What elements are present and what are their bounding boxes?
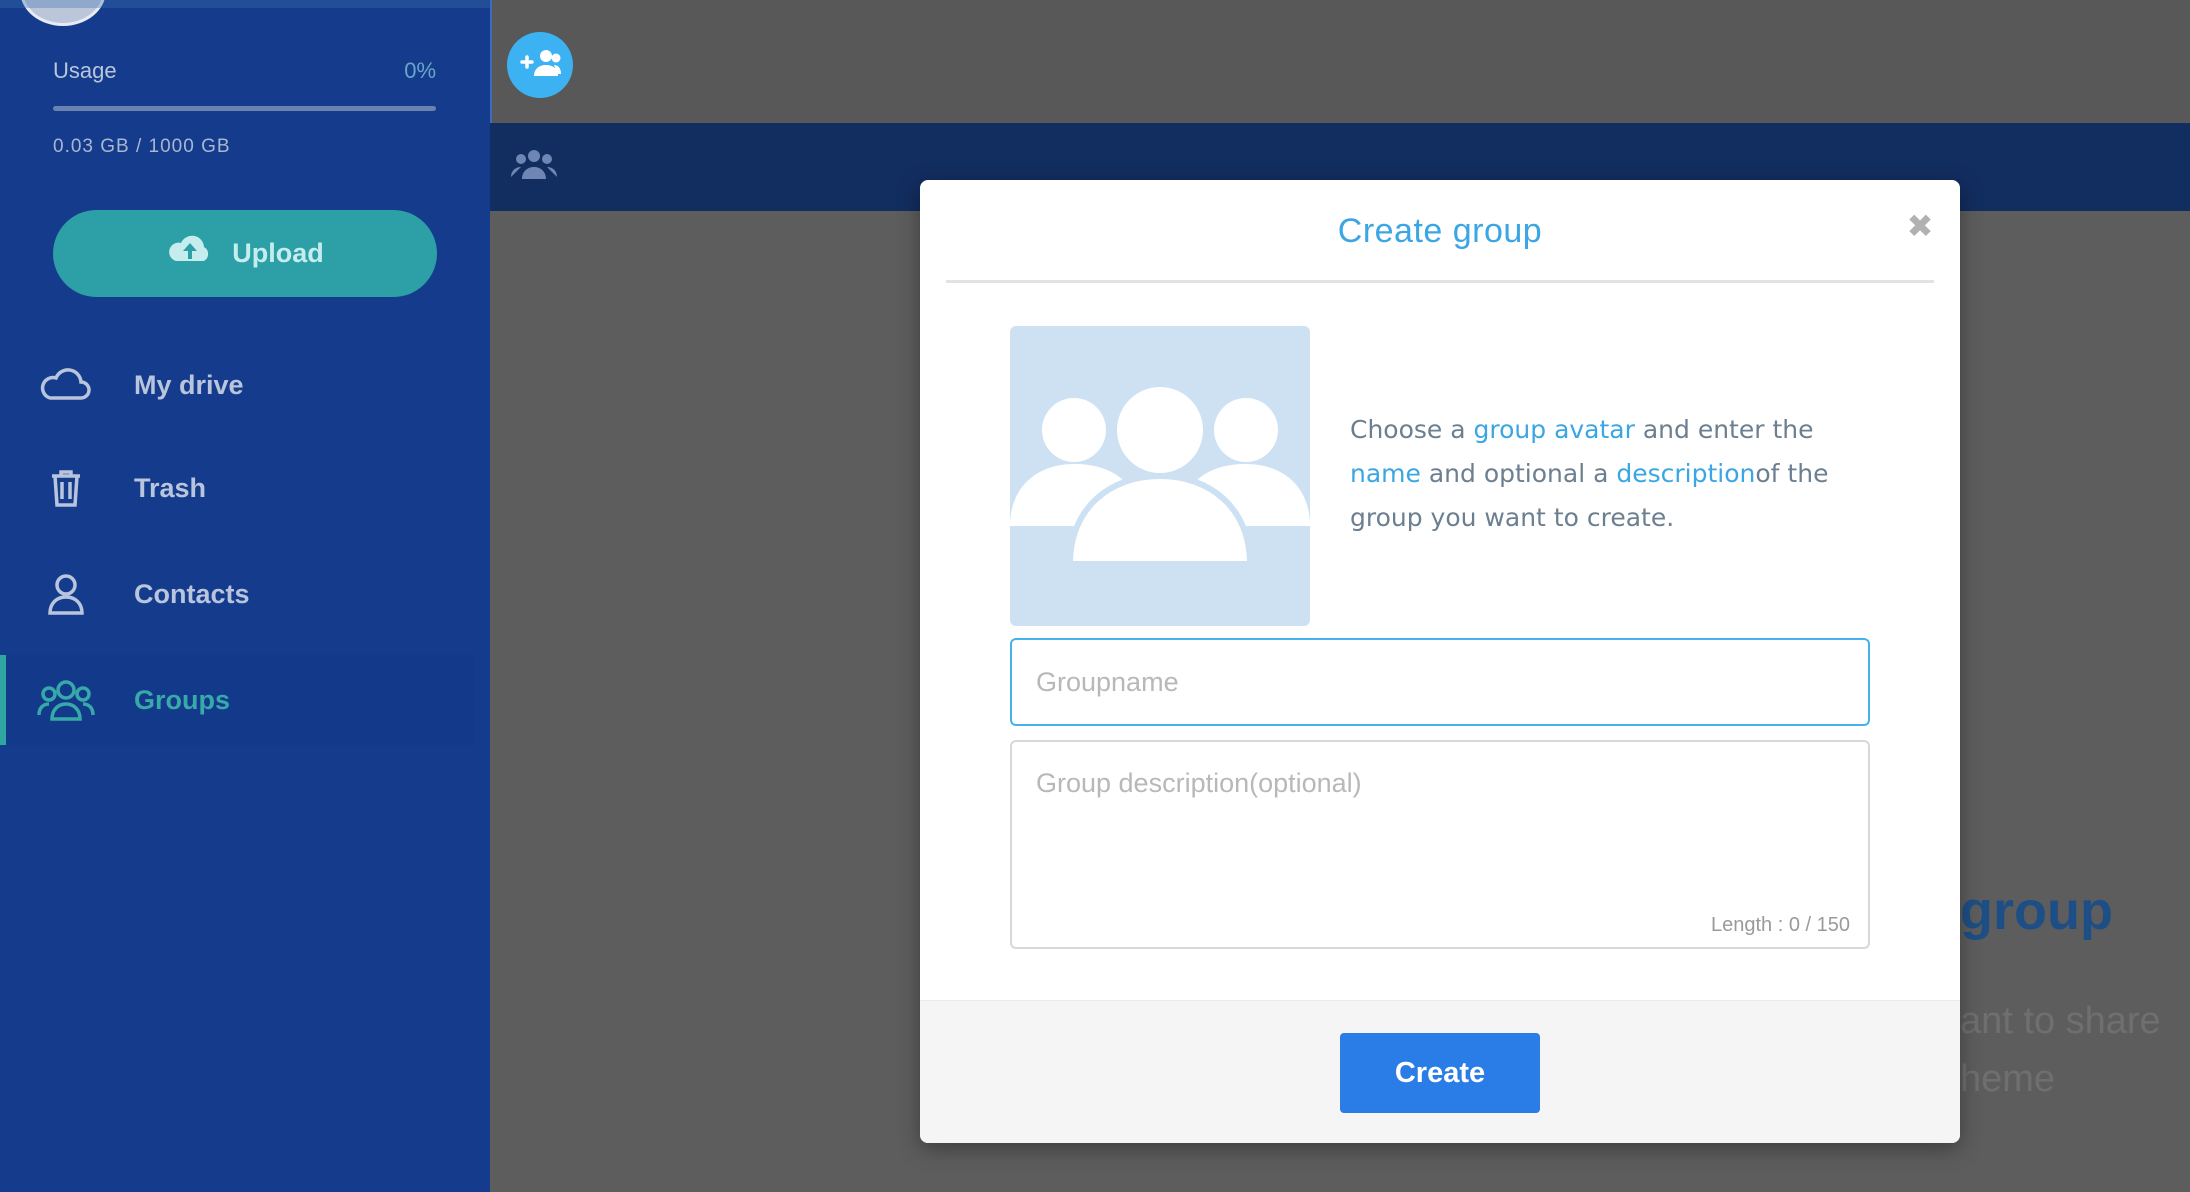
intro-highlight-name: name [1350, 459, 1421, 488]
usage-amount: 0.03 GB / 1000 GB [53, 136, 231, 157]
empty-state-text: heme [1960, 1058, 2056, 1100]
sidebar: Usage 0% 0.03 GB / 1000 GB Upload My dri… [0, 0, 490, 1192]
create-group-modal: Create group ✖ Choose a group avatar and… [920, 180, 1960, 1143]
close-icon: ✖ [1906, 208, 1934, 244]
user-icon [36, 573, 96, 615]
intro-highlight-description: description [1616, 459, 1756, 488]
intro-part: and optional a [1420, 459, 1617, 488]
group-avatar-icon [1010, 381, 1310, 567]
intro-highlight-avatar: group avatar [1473, 415, 1635, 444]
sidebar-item-contacts[interactable]: Contacts [0, 549, 475, 639]
description-field: Length : 0 / 150 [1010, 740, 1870, 949]
sidebar-item-label: Trash [134, 472, 207, 503]
groupname-input[interactable] [1010, 638, 1870, 726]
add-group-button[interactable] [507, 32, 573, 98]
upload-button[interactable]: Upload [53, 210, 437, 297]
main-header [490, 0, 2190, 123]
sidebar-item-label: Contacts [134, 578, 250, 609]
length-counter: Length : 0 / 150 [1710, 914, 1850, 936]
trash-icon [36, 468, 96, 508]
group-avatar-picker[interactable] [1010, 326, 1310, 626]
usage-label: Usage [53, 58, 117, 83]
intro-part: Choose a [1350, 415, 1474, 444]
group-icon [510, 148, 558, 185]
add-group-icon [518, 48, 562, 83]
empty-state-text: ant to share [1960, 1000, 2161, 1042]
cloud-icon [36, 367, 96, 403]
modal-title: Create group [1337, 212, 1543, 250]
divider [946, 280, 1934, 283]
create-button[interactable]: Create [1340, 1033, 1540, 1113]
sidebar-item-label: My drive [134, 369, 244, 400]
usage-percent: 0% [404, 58, 436, 83]
upload-label: Upload [232, 238, 324, 268]
sidebar-item-groups[interactable]: Groups [0, 655, 475, 745]
sidebar-item-my-drive[interactable]: My drive [0, 340, 475, 430]
group-icon [36, 679, 96, 721]
cloud-upload-icon [166, 233, 214, 274]
sidebar-item-trash[interactable]: Trash [0, 443, 475, 533]
intro-text: Choose a group avatar and enter the name… [1350, 408, 1880, 540]
close-button[interactable]: ✖ [1906, 210, 1934, 242]
sidebar-item-label: Groups [134, 684, 231, 715]
usage-progress-bar [53, 106, 436, 111]
empty-state-heading: group [1960, 881, 2113, 941]
intro-part: and enter the [1634, 415, 1814, 444]
